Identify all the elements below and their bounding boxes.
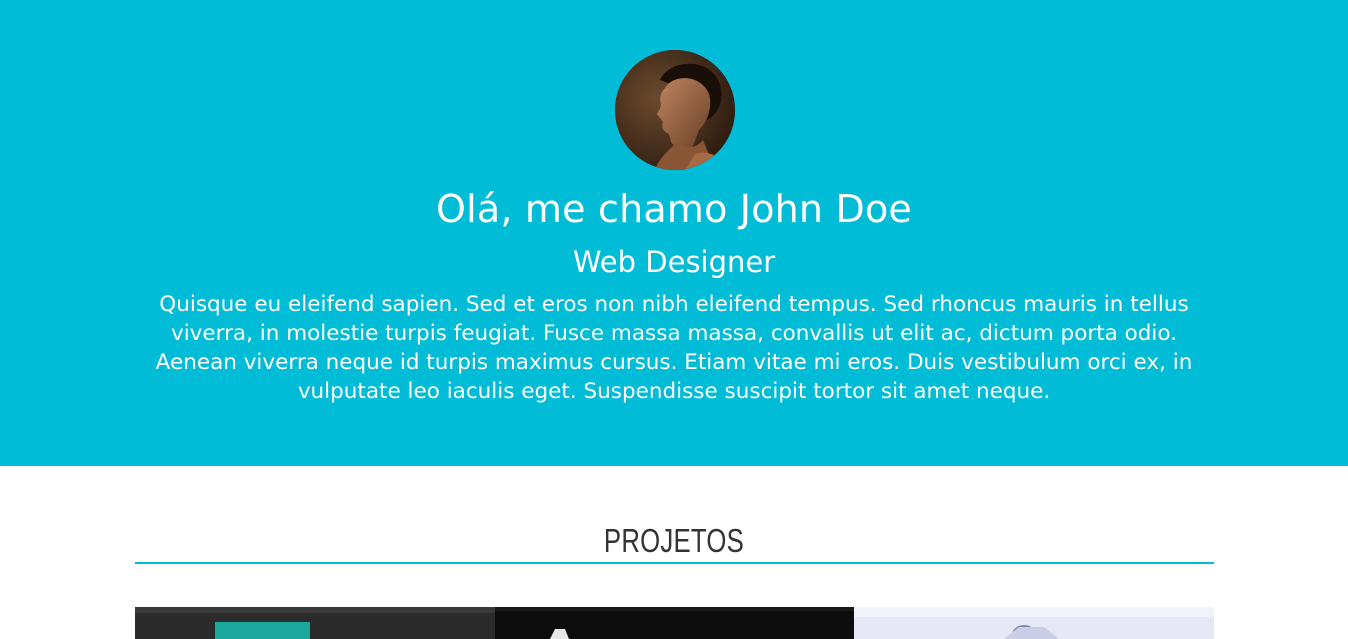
hero-subtitle: Web Designer xyxy=(572,245,776,279)
project-thumbnail-1[interactable] xyxy=(135,607,495,639)
profile-avatar xyxy=(615,50,735,170)
project-thumbnail-3[interactable] xyxy=(854,607,1214,639)
projects-heading: PROJETOS xyxy=(603,522,745,559)
hero-title: Olá, me chamo John Doe xyxy=(436,187,912,231)
projects-divider xyxy=(135,562,1214,564)
hero-section: Olá, me chamo John Doe Web Designer Quis… xyxy=(0,0,1348,466)
project-thumbnail-2[interactable] xyxy=(495,607,854,639)
hero-bio: Quisque eu eleifend sapien. Sed et eros … xyxy=(155,292,1193,404)
